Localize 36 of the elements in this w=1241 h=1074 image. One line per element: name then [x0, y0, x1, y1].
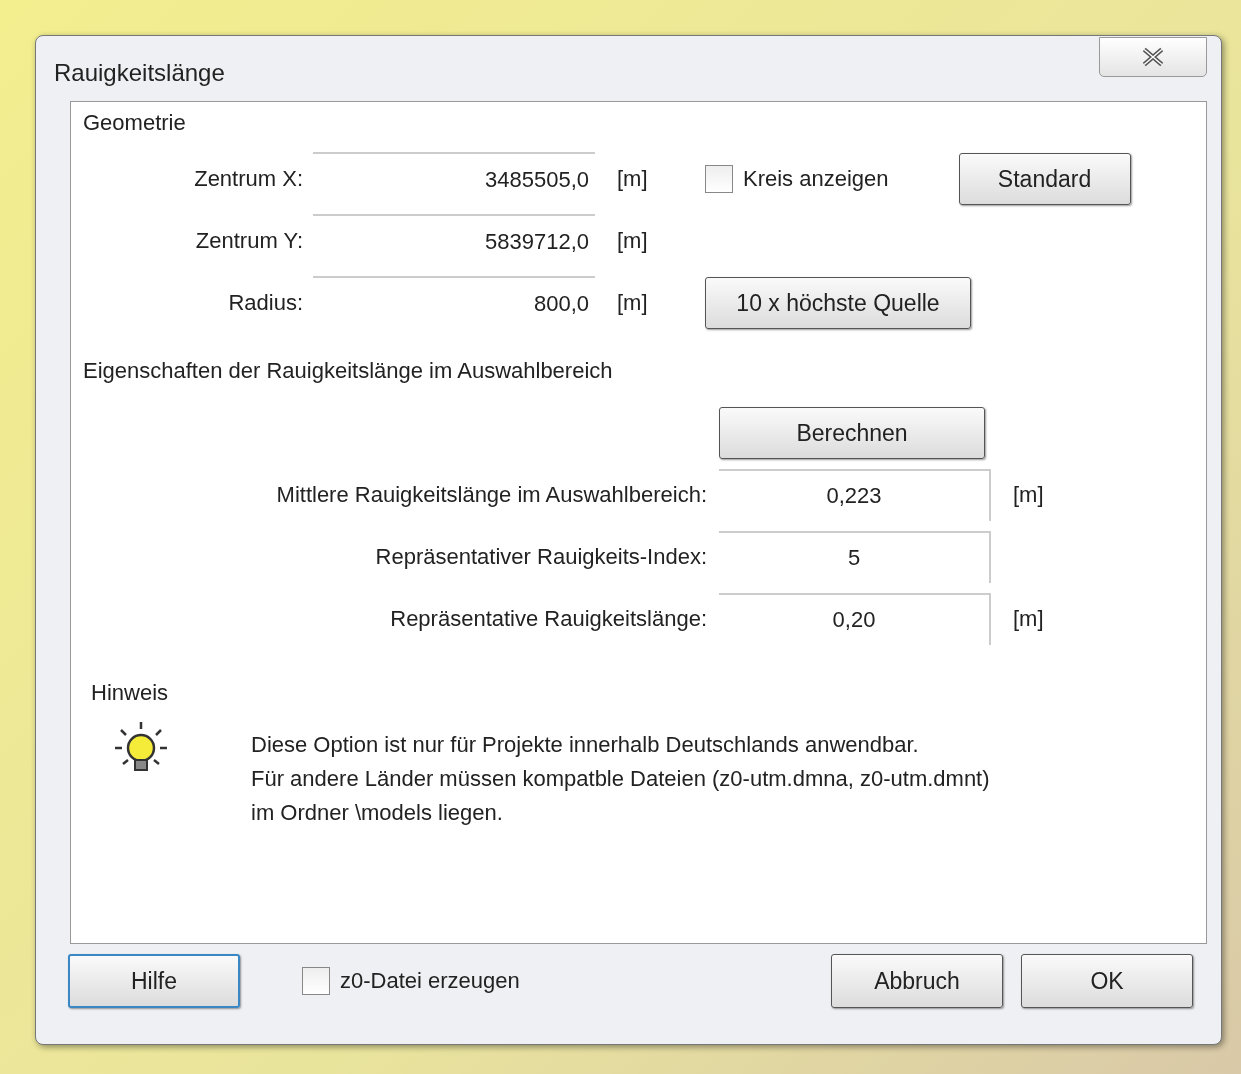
unit-label: [m]: [616, 166, 649, 192]
standard-button[interactable]: Standard: [958, 153, 1131, 205]
close-icon: [1140, 46, 1166, 67]
checkbox-label: z0-Datei erzeugen: [340, 968, 520, 994]
result-label: Repräsentative Rauigkeitslänge:: [389, 606, 708, 632]
unit-label: [m]: [1012, 606, 1045, 632]
result-field: 5: [719, 531, 991, 583]
unit-label: [m]: [616, 228, 649, 254]
unit-label: [m]: [1012, 482, 1045, 508]
field-label: Zentrum Y:: [194, 228, 304, 254]
close-button[interactable]: [1099, 36, 1207, 77]
field-label: Zentrum X:: [193, 166, 304, 192]
checkbox[interactable]: [705, 165, 733, 193]
ok-button[interactable]: OK: [1021, 954, 1193, 1008]
note-text: im Ordner \models liegen.: [251, 800, 504, 826]
input-field[interactable]: 5839712,0: [313, 214, 595, 268]
unit-label: [m]: [616, 290, 649, 316]
field-label: Radius:: [227, 290, 304, 316]
cancel-button[interactable]: Abbruch: [831, 954, 1003, 1008]
input-field[interactable]: 3485505,0: [313, 152, 595, 206]
section-title: Eigenschaften der Rauigkeitslänge im Auswahlbereich: [83, 357, 614, 384]
note-text: Diese Option ist nur für Projekte innerhalb Deutschlands anwendbar.: [251, 732, 920, 758]
highest-source-button[interactable]: 10 x höchste Quelle: [705, 277, 971, 329]
result-label: Repräsentativer Rauigkeits-Index:: [374, 544, 708, 570]
section-title: Hinweis: [90, 679, 170, 706]
section-title: Geometrie: [83, 109, 187, 136]
result-label: Mittlere Rauigkeitslänge im Auswahlbereich:: [275, 482, 708, 508]
window-title: Rauigkeitslänge: [54, 57, 225, 87]
result-field: 0,223: [719, 469, 991, 521]
checkbox[interactable]: [302, 967, 330, 995]
calculate-button[interactable]: Berechnen: [719, 407, 985, 459]
result-field: 0,20: [719, 593, 991, 645]
input-field[interactable]: 800,0: [313, 276, 595, 330]
note-text: Für andere Länder müssen kompatble Dateien (z0-utm.dmna, z0-utm.dmnt): [251, 766, 990, 792]
checkbox-label: Kreis anzeigen: [743, 166, 889, 192]
help-button[interactable]: Hilfe: [68, 954, 240, 1008]
